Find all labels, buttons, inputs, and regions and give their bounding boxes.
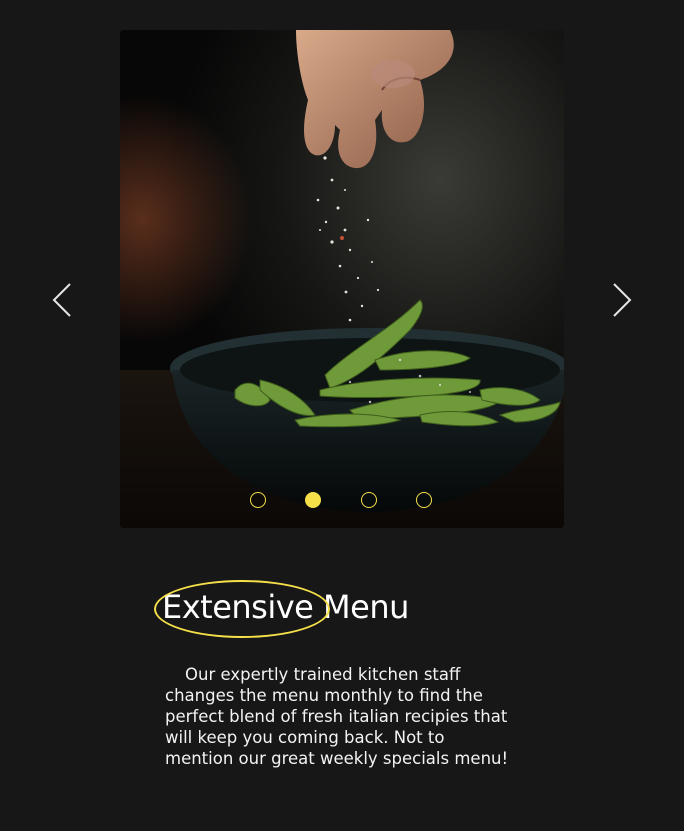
carousel-indicators — [120, 492, 564, 512]
image-carousel — [0, 0, 684, 540]
page: Extensive Menu Our expertly trained kitc… — [0, 0, 684, 831]
carousel-dot-4[interactable] — [416, 492, 432, 508]
heading-highlight: Extensive — [154, 580, 330, 638]
carousel-prev-button[interactable] — [48, 280, 78, 320]
carousel-next-button[interactable] — [606, 280, 636, 320]
highlight-ring — [154, 580, 330, 638]
carousel-slide-image — [120, 30, 564, 528]
carousel-dot-2[interactable] — [305, 492, 321, 508]
heading-rest-word: Menu — [323, 588, 409, 626]
section-description: Our expertly trained kitchen staff chang… — [165, 664, 509, 768]
chevron-right-icon — [613, 283, 632, 317]
edamame-photo — [120, 30, 564, 528]
carousel-dot-1[interactable] — [250, 492, 266, 508]
chevron-left-icon — [52, 283, 71, 317]
section-heading: Extensive Menu — [154, 580, 409, 638]
carousel-dot-3[interactable] — [361, 492, 377, 508]
